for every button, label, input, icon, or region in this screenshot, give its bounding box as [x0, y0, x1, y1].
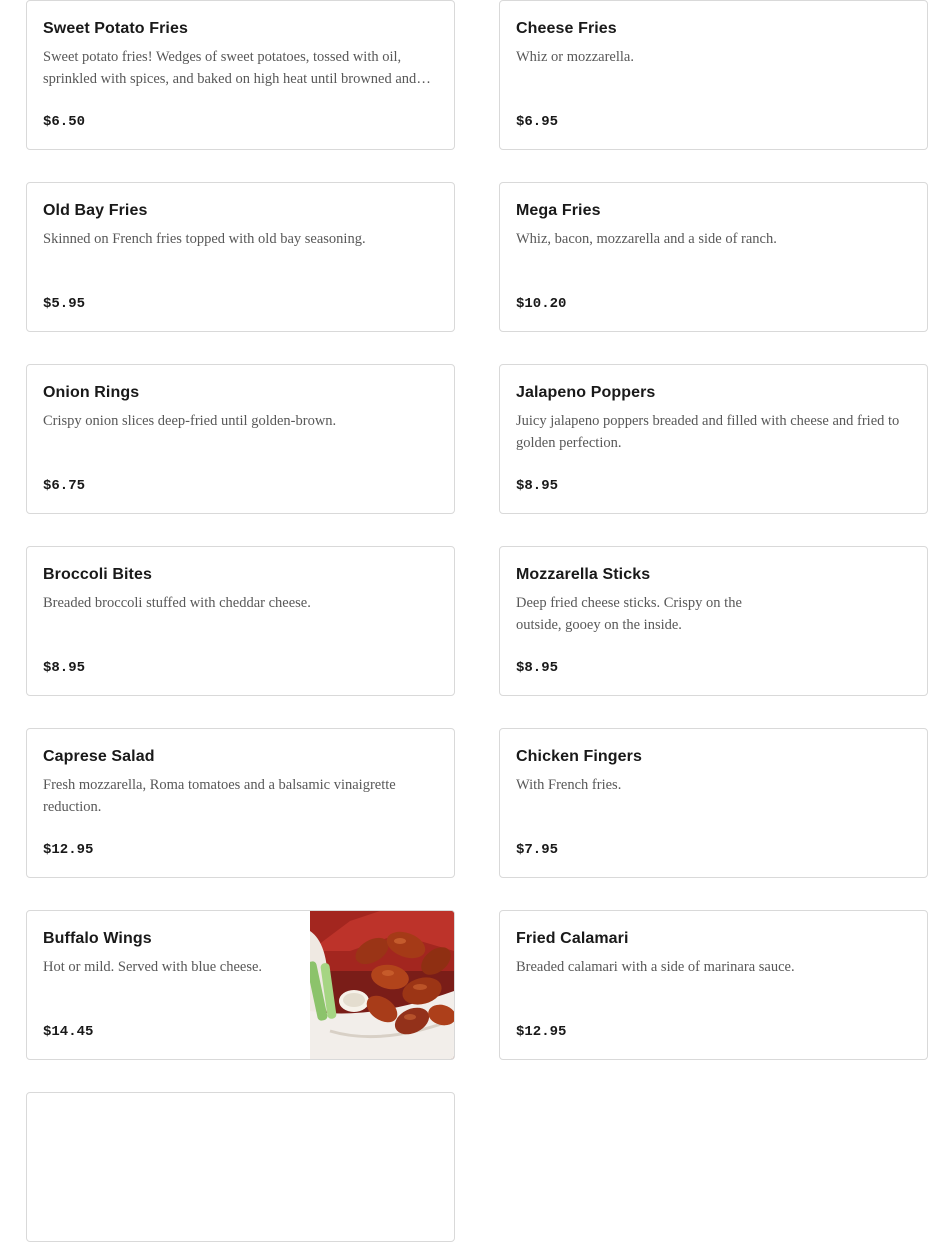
menu-item-card[interactable]: Sweet Potato Fries Sweet potato fries! W…: [26, 0, 455, 150]
menu-item-description: Breaded calamari with a side of marinara…: [516, 959, 795, 975]
menu-item-card[interactable]: [26, 1092, 455, 1242]
menu-item-card[interactable]: Fried Calamari Breaded calamari with a s…: [499, 910, 928, 1060]
menu-item-card[interactable]: Jalapeno Poppers Juicy jalapeno poppers …: [499, 364, 928, 514]
menu-item-description: Breaded broccoli stuffed with cheddar ch…: [43, 595, 311, 611]
menu-item-name: Sweet Potato Fries: [43, 20, 188, 37]
menu-item-name: Fried Calamari: [516, 930, 629, 947]
menu-item-name: Cheese Fries: [516, 20, 617, 37]
menu-item-name: Caprese Salad: [43, 748, 155, 765]
menu-item-name: Broccoli Bites: [43, 566, 152, 583]
menu-item-card[interactable]: Onion Rings Crispy onion slices deep-fri…: [26, 364, 455, 514]
menu-item-card[interactable]: Broccoli Bites Breaded broccoli stuffed …: [26, 546, 455, 696]
menu-item-name: Buffalo Wings: [43, 930, 152, 947]
menu-item-card[interactable]: Cheese Fries Whiz or mozzarella. $6.95: [499, 0, 928, 150]
menu-item-price: $10.20: [516, 296, 567, 312]
menu-item-price: $8.95: [43, 660, 86, 676]
menu-item-description: With French fries.: [516, 777, 622, 793]
menu-item-description: Whiz, bacon, mozzarella and a side of ra…: [516, 231, 777, 247]
menu-item-name: Onion Rings: [43, 384, 140, 401]
menu-item-card[interactable]: Old Bay Fries Skinned on French fries to…: [26, 182, 455, 332]
menu-item-price: $5.95: [43, 296, 86, 312]
menu-item-photo: [310, 911, 454, 1059]
menu-item-name: Mega Fries: [516, 202, 601, 219]
menu-item-name: Chicken Fingers: [516, 748, 642, 765]
menu-item-description: Hot or mild. Served with blue cheese.: [43, 959, 263, 975]
menu-item-description: Sweet potato fries! Wedges of sweet pota…: [43, 49, 417, 87]
menu-item-price: $6.50: [43, 114, 86, 130]
menu-item-price: $7.95: [516, 842, 559, 858]
menu-item-price: $6.75: [43, 478, 86, 494]
menu-item-price: $12.95: [43, 842, 94, 858]
menu-item-description: Juicy jalapeno poppers breaded and fille…: [516, 413, 900, 451]
menu-item-card[interactable]: Caprese Salad Fresh mozzarella, Roma tom…: [26, 728, 455, 878]
menu-item-name: Mozzarella Sticks: [516, 566, 651, 583]
menu-item-card[interactable]: Buffalo Wings Hot or mild. Served with b…: [26, 910, 455, 1060]
menu-item-description: Crispy onion slices deep-fried until gol…: [43, 413, 337, 429]
menu-item-price: $14.45: [43, 1024, 94, 1040]
menu-item-name: Jalapeno Poppers: [516, 384, 656, 401]
menu-item-description: Deep fried cheese sticks. Crispy on the …: [516, 595, 742, 633]
menu-item-card[interactable]: Chicken Fingers With French fries. $7.95: [499, 728, 928, 878]
menu-item-price: $8.95: [516, 478, 559, 494]
menu-item-card[interactable]: Mozzarella Sticks Deep fried cheese stic…: [499, 546, 928, 696]
menu-item-price: $12.95: [516, 1024, 567, 1040]
menu-item-price: $6.95: [516, 114, 559, 130]
menu-item-description: Skinned on French fries topped with old …: [43, 231, 366, 247]
menu-item-name: Old Bay Fries: [43, 202, 148, 219]
menu-item-description: Fresh mozzarella, Roma tomatoes and a ba…: [43, 777, 396, 815]
menu-item-description: Whiz or mozzarella.: [516, 49, 634, 65]
menu-item-price: $8.95: [516, 660, 559, 676]
menu-item-card[interactable]: Mega Fries Whiz, bacon, mozzarella and a…: [499, 182, 928, 332]
